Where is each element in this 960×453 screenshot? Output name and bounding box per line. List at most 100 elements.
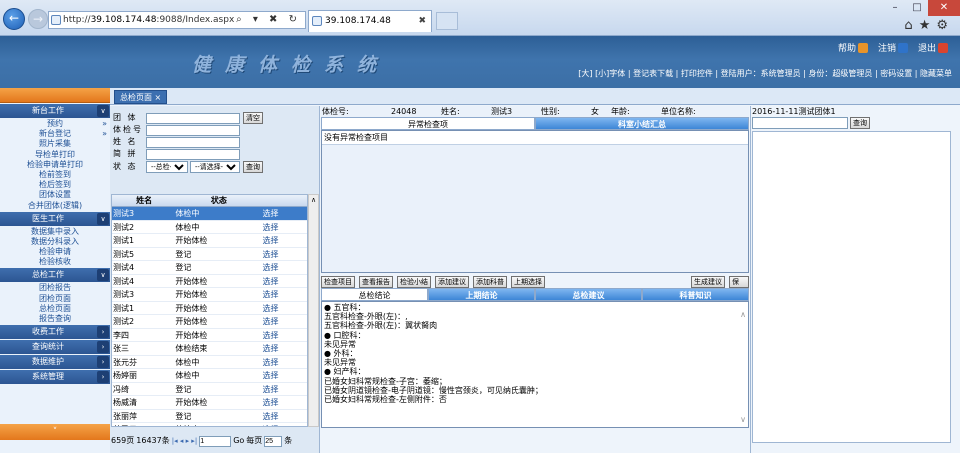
close-window-icon[interactable]: ✕ bbox=[928, 0, 960, 16]
select-link[interactable]: 选择 bbox=[262, 383, 307, 396]
pager-nav-icons[interactable]: |◂ ◂ ▸ ▸| bbox=[172, 435, 197, 447]
sidebar-item[interactable]: 预约» bbox=[0, 119, 110, 129]
select-link[interactable]: 选择 bbox=[262, 234, 307, 247]
tab-science-knowledge[interactable]: 科普知识 bbox=[642, 288, 749, 301]
sidebar-item[interactable]: 合并团体(逻辑) bbox=[0, 201, 110, 211]
lab-summary-button[interactable]: 检验小结 bbox=[397, 276, 431, 288]
tab-final-conclusion[interactable]: 总检结论 bbox=[321, 288, 428, 301]
table-row[interactable]: 测试3 体检中 选择 bbox=[112, 207, 307, 221]
home-icon[interactable]: ⌂ bbox=[904, 18, 918, 33]
query-button[interactable]: 查询 bbox=[243, 161, 263, 173]
star-icon[interactable]: ★ bbox=[919, 18, 937, 33]
table-row[interactable]: 测试1 开始体检 选择 bbox=[112, 302, 307, 315]
sidebar-item[interactable]: 检后签到 bbox=[0, 180, 110, 190]
scroll-down-icon[interactable]: ∨ bbox=[740, 415, 746, 424]
table-row[interactable]: 测试2 开始体检 选择 bbox=[112, 315, 307, 329]
select-link[interactable]: 选择 bbox=[262, 329, 307, 342]
add-science-button[interactable]: 添加科普 bbox=[473, 276, 507, 288]
select-link[interactable]: 选择 bbox=[262, 261, 307, 274]
table-row[interactable]: 测试5 登记 选择 bbox=[112, 248, 307, 261]
user-info-bar[interactable]: [大] [小]字体 | 登记表下载 | 打印控件 | 登陆用户：系统管理员 | … bbox=[578, 68, 952, 79]
page-input[interactable] bbox=[199, 435, 232, 447]
logout-link[interactable]: 注销 bbox=[878, 41, 908, 54]
table-row[interactable]: 冯绮 登记 选择 bbox=[112, 383, 307, 396]
conclusion-textarea[interactable]: ● 五官科： 五官科检查-外眼(左)：, 五官科检查-外眼(左)：翼状胬肉 ● 口腔科… bbox=[321, 301, 749, 428]
table-row[interactable]: 李四 开始体检 选择 bbox=[112, 329, 307, 342]
table-row[interactable]: 范民云体检中选择 bbox=[112, 423, 307, 426]
select-link[interactable]: 选择 bbox=[262, 369, 307, 382]
sidebar-item[interactable]: 照片采集 bbox=[0, 139, 110, 149]
sidebar-cat-billing[interactable]: 收费工作 › bbox=[0, 325, 110, 340]
scroll-up-icon[interactable]: ∧ bbox=[740, 310, 746, 319]
table-row[interactable]: 张丽萍 登记 选择 bbox=[112, 410, 307, 423]
sidebar-item[interactable]: 团检页面 bbox=[0, 294, 110, 304]
scroll-up-icon[interactable]: ∧ bbox=[309, 195, 318, 206]
tab-final-advice[interactable]: 总检建议 bbox=[535, 288, 642, 301]
select-link[interactable]: 选择 bbox=[262, 315, 307, 328]
pinyin-input[interactable] bbox=[146, 148, 240, 160]
sidebar-item[interactable]: 检验核收 bbox=[0, 257, 110, 267]
table-row[interactable]: 杨威清 开始体检 选择 bbox=[112, 396, 307, 410]
address-tools-icons[interactable]: ⌕ ▾ ✖ ↻ bbox=[236, 12, 301, 28]
select-link[interactable]: 选择 bbox=[262, 356, 307, 369]
select-link[interactable]: 选择 bbox=[262, 423, 307, 426]
sidebar-item[interactable]: 新台登记» bbox=[0, 129, 110, 139]
sidebar-item[interactable]: 总检页面 bbox=[0, 304, 110, 314]
tab-dept-summary[interactable]: 科室小结汇总 bbox=[535, 117, 749, 130]
group-search-input[interactable] bbox=[752, 117, 848, 129]
sidebar-item[interactable]: 导检单打印 bbox=[0, 150, 110, 160]
browser-tab[interactable]: 39.108.174.48 ✖ bbox=[308, 10, 432, 32]
sidebar-item[interactable]: 报告查询 bbox=[0, 314, 110, 324]
select-link[interactable]: 选择 bbox=[262, 302, 307, 315]
save-button[interactable]: 保 存 bbox=[729, 276, 749, 296]
sidebar-item[interactable]: 检验申请 bbox=[0, 247, 110, 257]
prev-select-button[interactable]: 上期选择 bbox=[511, 276, 545, 288]
select-link[interactable]: 选择 bbox=[262, 342, 307, 355]
select-link[interactable]: 选择 bbox=[262, 207, 307, 220]
sidebar-cat-registration[interactable]: 新台工作 ∨ bbox=[0, 104, 110, 118]
clear-button[interactable]: 清空 bbox=[243, 112, 263, 124]
exam-id-input[interactable] bbox=[146, 124, 240, 136]
tab-previous-conclusion[interactable]: 上期结论 bbox=[428, 288, 535, 301]
sidebar-item[interactable]: 团检报告 bbox=[0, 283, 110, 293]
sidebar-item[interactable]: 数据分科录入 bbox=[0, 237, 110, 247]
table-row[interactable]: 张三 体检结束 选择 bbox=[112, 342, 307, 356]
select-link[interactable]: 选择 bbox=[262, 288, 307, 301]
gear-icon[interactable]: ⚙ bbox=[936, 18, 954, 33]
name-input[interactable] bbox=[146, 136, 240, 148]
group-input[interactable] bbox=[146, 112, 240, 124]
new-tab-button[interactable] bbox=[436, 12, 458, 30]
back-icon[interactable]: ← bbox=[3, 8, 25, 30]
table-row[interactable]: 测试4 登记 选择 bbox=[112, 261, 307, 275]
help-link[interactable]: 帮助 bbox=[838, 41, 868, 54]
table-row[interactable]: 张元芬 体检中 选择 bbox=[112, 356, 307, 369]
go-button[interactable]: Go bbox=[233, 435, 244, 447]
grid-scrollbar[interactable]: ∧ bbox=[308, 194, 319, 427]
sidebar-cat-doctor[interactable]: 医生工作 ∨ bbox=[0, 211, 110, 226]
address-bar[interactable]: http://39.108.174.48:9088/Index.aspx ⌕ ▾… bbox=[48, 11, 306, 29]
status-select[interactable]: --总检-- bbox=[146, 161, 188, 173]
table-row[interactable]: 测试4 开始体检 选择 bbox=[112, 275, 307, 288]
sidebar-cat-final-check[interactable]: 总检工作 ∨ bbox=[0, 268, 110, 283]
sidebar-collapse-button[interactable]: ˅ bbox=[0, 424, 110, 440]
generate-advice-button[interactable]: 生成建议 bbox=[691, 276, 725, 288]
view-report-button[interactable]: 查看报告 bbox=[359, 276, 393, 288]
maximize-icon[interactable]: □ bbox=[906, 0, 928, 16]
sidebar-cat-system[interactable]: 系统管理 › bbox=[0, 370, 110, 385]
per-page-input[interactable] bbox=[264, 435, 283, 447]
select-link[interactable]: 选择 bbox=[262, 396, 307, 409]
table-row[interactable]: 测试1 开始体检 选择 bbox=[112, 234, 307, 248]
table-row[interactable]: 测试3 开始体检 选择 bbox=[112, 288, 307, 302]
table-row[interactable]: 测试2 体检中 选择 bbox=[112, 221, 307, 234]
tab-close-icon[interactable]: ✖ bbox=[418, 11, 426, 31]
category-select[interactable]: --请选择-- bbox=[190, 161, 240, 173]
check-items-button[interactable]: 检查项目 bbox=[321, 276, 355, 288]
tab-abnormal-items[interactable]: 异常检查项 bbox=[321, 117, 535, 130]
select-link[interactable]: 选择 bbox=[262, 275, 307, 288]
sidebar-cat-statistics[interactable]: 查询统计 › bbox=[0, 340, 110, 355]
select-link[interactable]: 选择 bbox=[262, 248, 307, 261]
minimize-icon[interactable]: – bbox=[884, 0, 906, 16]
sidebar-cat-maintenance[interactable]: 数据维护 › bbox=[0, 355, 110, 370]
select-link[interactable]: 选择 bbox=[262, 410, 307, 423]
sidebar-item[interactable]: 检前签到 bbox=[0, 170, 110, 180]
